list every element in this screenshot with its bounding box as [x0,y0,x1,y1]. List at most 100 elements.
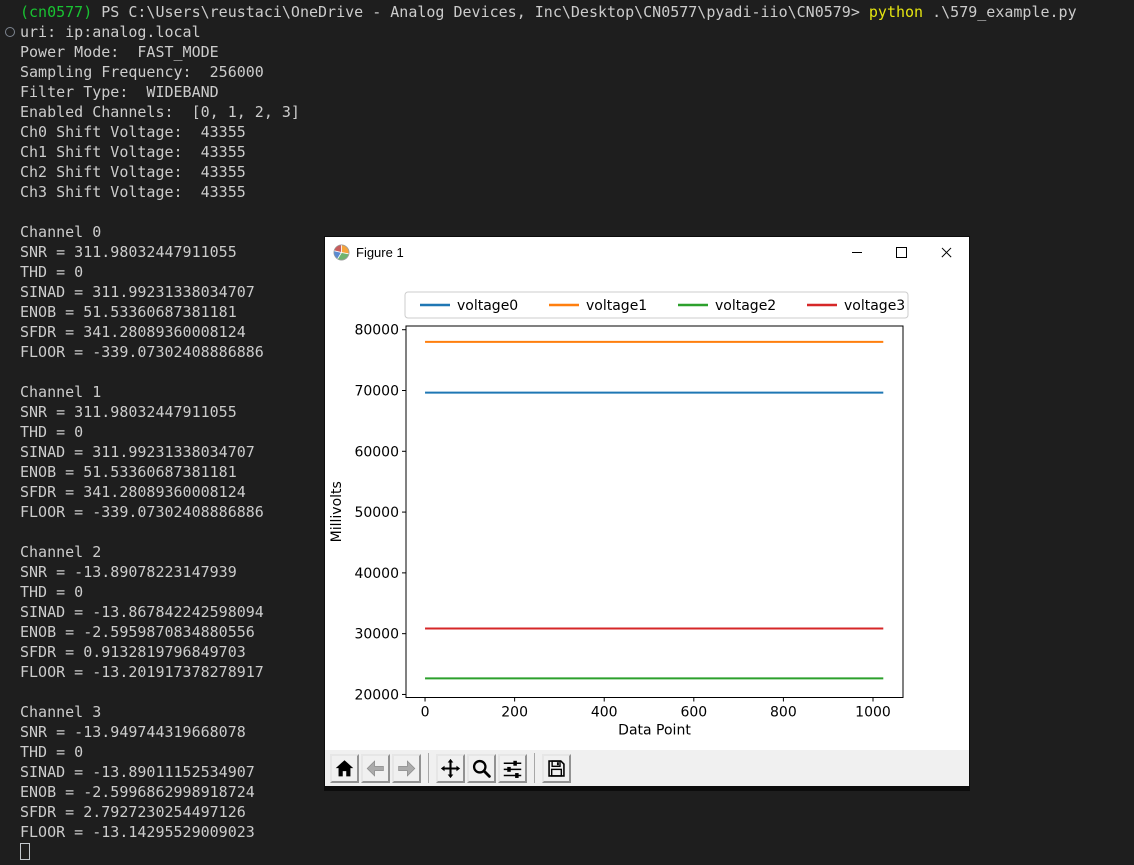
figure-canvas[interactable]: 20000 30000 40000 50000 60000 70000 80000 0 200 4… [325,267,969,750]
close-icon [940,246,953,259]
y-axis-label: Millivolts [329,481,345,542]
zoom-button[interactable] [467,753,496,783]
terminal-line: Filter Type: WIDEBAND [20,82,1134,102]
home-button[interactable] [330,753,359,783]
figure-title: Figure 1 [356,244,404,260]
x-axis-label: Data Point [618,723,691,739]
line-chart[interactable]: 20000 30000 40000 50000 60000 70000 80000 0 200 4… [325,267,969,750]
command-decoration-icon [5,27,15,37]
close-button[interactable] [924,237,969,267]
terminal-text: SNR = 311.98032447911055 [20,243,237,261]
y-tick-label: 50000 [354,505,399,521]
configure-subplots-button[interactable] [498,753,527,783]
terminal-text: SFDR = 0.9132819796849703 [20,643,246,661]
terminal-line: uri: ip:analog.local [5,22,1134,42]
back-button[interactable] [361,753,390,783]
terminal-line: Enabled Channels: [0, 1, 2, 3] [20,102,1134,122]
legend-label: voltage0 [457,298,518,314]
terminal-line: Power Mode: FAST_MODE [20,42,1134,62]
terminal-line: Sampling Frequency: 256000 [20,62,1134,82]
terminal-text: SNR = -13.89078223147939 [20,563,237,581]
terminal-text: SINAD = 311.99231338034707 [20,443,255,461]
terminal-text: ENOB = -2.5959870834880556 [20,623,255,641]
forward-button[interactable] [392,753,421,783]
terminal-text: FLOOR = -13.201917378278917 [20,663,264,681]
terminal-line: Ch0 Shift Voltage: 43355 [20,122,1134,142]
home-icon [334,758,355,779]
terminal-text: THD = 0 [20,583,84,601]
terminal-text: PS C:\Users\reustaci\OneDrive - Analog D… [101,3,869,21]
desktop-screen: (cn0577) PS C:\Users\reustaci\OneDrive -… [0,0,1134,865]
terminal-text: SNR = 311.98032447911055 [20,403,237,421]
terminal-text: SINAD = -13.89011152534907 [20,763,255,781]
y-tick-label: 70000 [354,384,399,400]
toolbar-separator [428,753,429,783]
terminal-text: SINAD = -13.867842242598094 [20,603,264,621]
y-tick-label: 40000 [354,566,399,582]
y-tick-label: 80000 [354,323,399,339]
minimize-icon [851,251,862,253]
terminal-text: THD = 0 [20,263,84,281]
terminal-text: SFDR = 2.7927230254497126 [20,803,246,821]
terminal-text: SNR = -13.949744319668078 [20,723,246,741]
terminal-text: Channel 2 [20,543,102,561]
terminal-text: SFDR = 341.28089360008124 [20,483,246,501]
legend-label: voltage1 [586,298,647,314]
terminal-text: SFDR = 341.28089360008124 [20,323,246,341]
sliders-icon [502,758,523,779]
terminal-line: (cn0577) PS C:\Users\reustaci\OneDrive -… [20,2,1134,22]
terminal-text: Ch3 Shift Voltage: 43355 [20,183,246,201]
terminal-text: Channel 3 [20,703,102,721]
x-tick-label: 400 [591,705,618,721]
terminal-text: SINAD = 311.99231338034707 [20,283,255,301]
y-tick-label: 30000 [354,627,399,643]
terminal-text: Ch0 Shift Voltage: 43355 [20,123,246,141]
x-tick-label: 0 [421,705,430,721]
terminal-text: FLOOR = -339.07302408886886 [20,503,264,521]
terminal-line [20,842,1134,862]
legend-label: voltage2 [715,298,776,314]
figure-titlebar[interactable]: Figure 1 [325,237,969,267]
save-button[interactable] [542,753,571,783]
terminal-text: ENOB = -2.5996862998918724 [20,783,255,801]
figure-window: Figure 1 20000 30000 40000 50000 60000 70000 8… [324,236,970,791]
terminal-text: Ch2 Shift Voltage: 43355 [20,163,246,181]
terminal-line: SFDR = 2.7927230254497126 [20,802,1134,822]
terminal-text: FLOOR = -13.14295529009023 [20,823,255,841]
terminal-text: FLOOR = -339.07302408886886 [20,343,264,361]
matplotlib-icon [333,244,350,261]
minimize-button[interactable] [834,237,879,267]
terminal-line: Ch3 Shift Voltage: 43355 [20,182,1134,202]
terminal-text: THD = 0 [20,743,84,761]
figure-toolbar [325,750,969,786]
terminal-line: FLOOR = -13.14295529009023 [20,822,1134,842]
window-bottom-edge [325,786,969,790]
maximize-button[interactable] [879,237,924,267]
y-tick-label: 60000 [354,444,399,460]
terminal-text: .\579_example.py [923,3,1077,21]
x-tick-label: 800 [770,705,797,721]
y-tick-label: 20000 [354,687,399,703]
terminal-text: Power Mode: FAST_MODE [20,43,219,61]
terminal-text: uri: ip:analog.local [20,23,201,41]
terminal-cursor [20,842,30,860]
terminal-text: Sampling Frequency: 256000 [20,63,264,81]
pan-arrows-icon [440,758,461,779]
window-controls [834,237,969,267]
terminal-text: Channel 1 [20,383,102,401]
floppy-disk-icon [546,758,567,779]
x-tick-label: 600 [680,705,707,721]
x-tick-label: 1000 [855,705,891,721]
maximize-icon [896,246,907,258]
pan-button[interactable] [436,753,465,783]
magnifier-icon [471,758,492,779]
terminal-line: Ch1 Shift Voltage: 43355 [20,142,1134,162]
back-arrow-icon [365,758,386,779]
toolbar-separator [534,753,535,783]
terminal-line: Ch2 Shift Voltage: 43355 [20,162,1134,182]
forward-arrow-icon [396,758,417,779]
terminal-text: ENOB = 51.53360687381181 [20,303,237,321]
terminal-text: Enabled Channels: [0, 1, 2, 3] [20,103,300,121]
legend-label: voltage3 [844,298,905,314]
